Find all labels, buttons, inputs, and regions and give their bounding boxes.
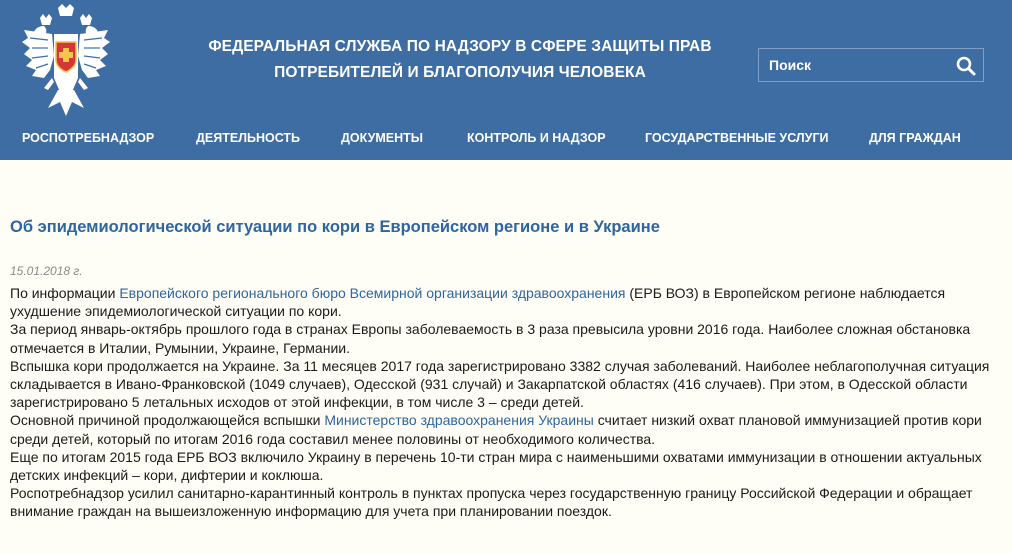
paragraph-6: Роспотребнадзор усилил санитарно-каранти… <box>10 485 973 520</box>
search-box <box>758 48 984 82</box>
nav-item-rospotrebnadzor[interactable]: РОСПОТРЕБНАДЗОР <box>22 126 154 150</box>
paragraph-1: По информации Европейского регионального… <box>10 284 1000 320</box>
site-title[interactable]: ФЕДЕРАЛЬНАЯ СЛУЖБА ПО НАДЗОРУ В СФЕРЕ ЗА… <box>130 34 790 86</box>
article-title: Об эпидемиологической ситуации по кори в… <box>10 218 660 236</box>
search-input[interactable] <box>759 49 949 81</box>
article-date: 15.01.2018 г. <box>10 264 83 278</box>
nav-item-documents[interactable]: ДОКУМЕНТЫ <box>341 126 423 150</box>
main-nav: РОСПОТРЕБНАДЗОР ДЕЯТЕЛЬНОСТЬ ДОКУМЕНТЫ К… <box>0 126 1012 152</box>
paragraph-2: За период январь-октябрь прошлого года в… <box>10 321 971 356</box>
paragraph-3: Вспышка кори продолжается на Украине. За… <box>10 357 990 411</box>
nav-item-services[interactable]: ГОСУДАРСТВЕННЫЕ УСЛУГИ <box>645 126 829 150</box>
site-title-line-2[interactable]: ПОТРЕБИТЕЛЕЙ И БЛАГОПОЛУЧИЯ ЧЕЛОВЕКА <box>130 60 790 86</box>
p1-text-before: По информации <box>10 285 120 301</box>
p4-text-before: Основной причиной продолжающейся вспышки <box>10 412 325 429</box>
article-body: По информации Европейского регионального… <box>10 284 1000 521</box>
ukraine-ministry-link[interactable]: Министерство здравоохранения Украины <box>324 412 593 428</box>
paragraph-4: Основной причиной продолжающейся вспышки… <box>10 411 1000 447</box>
paragraph-5: Еще по итогам 2015 года ЕРБ ВОЗ включило… <box>10 448 982 484</box>
site-title-line-1[interactable]: ФЕДЕРАЛЬНАЯ СЛУЖБА ПО НАДЗОРУ В СФЕРЕ ЗА… <box>130 34 790 60</box>
who-europe-link[interactable]: Европейского регионального бюро Всемирно… <box>119 285 625 301</box>
nav-item-control[interactable]: КОНТРОЛЬ И НАДЗОР <box>467 126 606 150</box>
search-icon[interactable] <box>955 55 977 77</box>
double-headed-eagle-emblem-icon[interactable] <box>18 4 114 122</box>
site-header: ФЕДЕРАЛЬНАЯ СЛУЖБА ПО НАДЗОРУ В СФЕРЕ ЗА… <box>0 0 1012 160</box>
nav-item-citizens[interactable]: ДЛЯ ГРАЖДАН <box>869 126 961 150</box>
nav-item-activity[interactable]: ДЕЯТЕЛЬНОСТЬ <box>196 126 300 150</box>
